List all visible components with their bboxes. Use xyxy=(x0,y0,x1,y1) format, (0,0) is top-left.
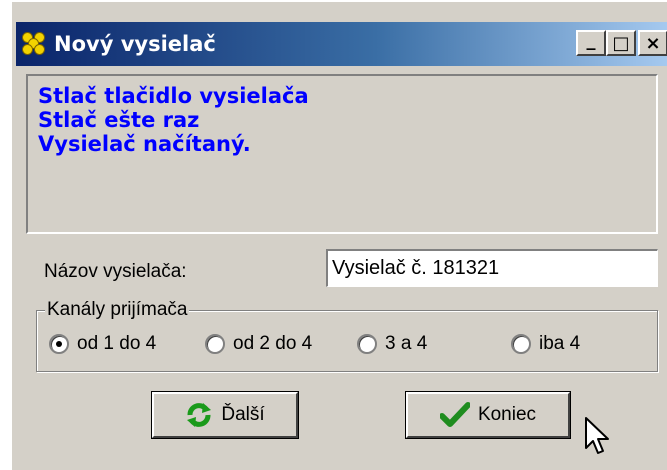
maximize-icon: □ xyxy=(612,32,630,54)
log-line: Stlač ešte raz xyxy=(38,108,200,132)
status-log[interactable]: Stlač tlačidlo vysielača Stlač ešte raz … xyxy=(26,74,658,234)
radio-od-2-do-4[interactable]: od 2 do 4 xyxy=(205,333,312,355)
title-bar[interactable]: Nový vysielač _ □ × xyxy=(16,22,667,66)
radio-3-a-4[interactable]: 3 a 4 xyxy=(357,333,427,355)
radio-label: od 2 do 4 xyxy=(233,333,313,354)
radio-od-1-do-4[interactable]: od 1 do 4 xyxy=(49,333,156,355)
radio-iba-4[interactable]: iba 4 xyxy=(511,333,580,355)
window-title: Nový vysielač xyxy=(54,32,216,56)
radio-unselected-icon xyxy=(357,334,377,354)
radio-unselected-icon xyxy=(511,334,531,354)
close-button[interactable]: × xyxy=(638,30,667,56)
close-icon: × xyxy=(645,32,661,54)
checkmark-icon xyxy=(439,402,470,428)
app-icon xyxy=(22,32,46,56)
radio-label: od 1 do 4 xyxy=(77,333,157,354)
log-line: Vysielač načítaný. xyxy=(38,132,251,156)
finish-button[interactable]: Koniec xyxy=(405,391,571,439)
minimize-icon: _ xyxy=(586,29,596,51)
radio-selected-icon xyxy=(49,334,69,354)
radio-label: iba 4 xyxy=(539,333,581,354)
finish-button-label: Koniec xyxy=(477,404,537,425)
minimize-button[interactable]: _ xyxy=(576,30,606,56)
mouse-pointer-icon xyxy=(584,416,612,461)
transmitter-name-label: Názov vysielača: xyxy=(44,261,187,282)
refresh-icon xyxy=(185,401,213,429)
maximize-button[interactable]: □ xyxy=(606,30,636,56)
channels-group: Kanály prijímača od 1 do 4 od 2 do 4 3 a… xyxy=(36,299,658,372)
transmitter-name-input[interactable] xyxy=(326,249,658,287)
next-button-label: Ďalší xyxy=(221,404,265,425)
channels-group-label: Kanály prijímača xyxy=(45,299,190,321)
log-line: Stlač tlačidlo vysielača xyxy=(38,84,309,108)
next-button[interactable]: Ďalší xyxy=(151,391,299,439)
radio-unselected-icon xyxy=(205,334,225,354)
radio-label: 3 a 4 xyxy=(385,333,428,354)
